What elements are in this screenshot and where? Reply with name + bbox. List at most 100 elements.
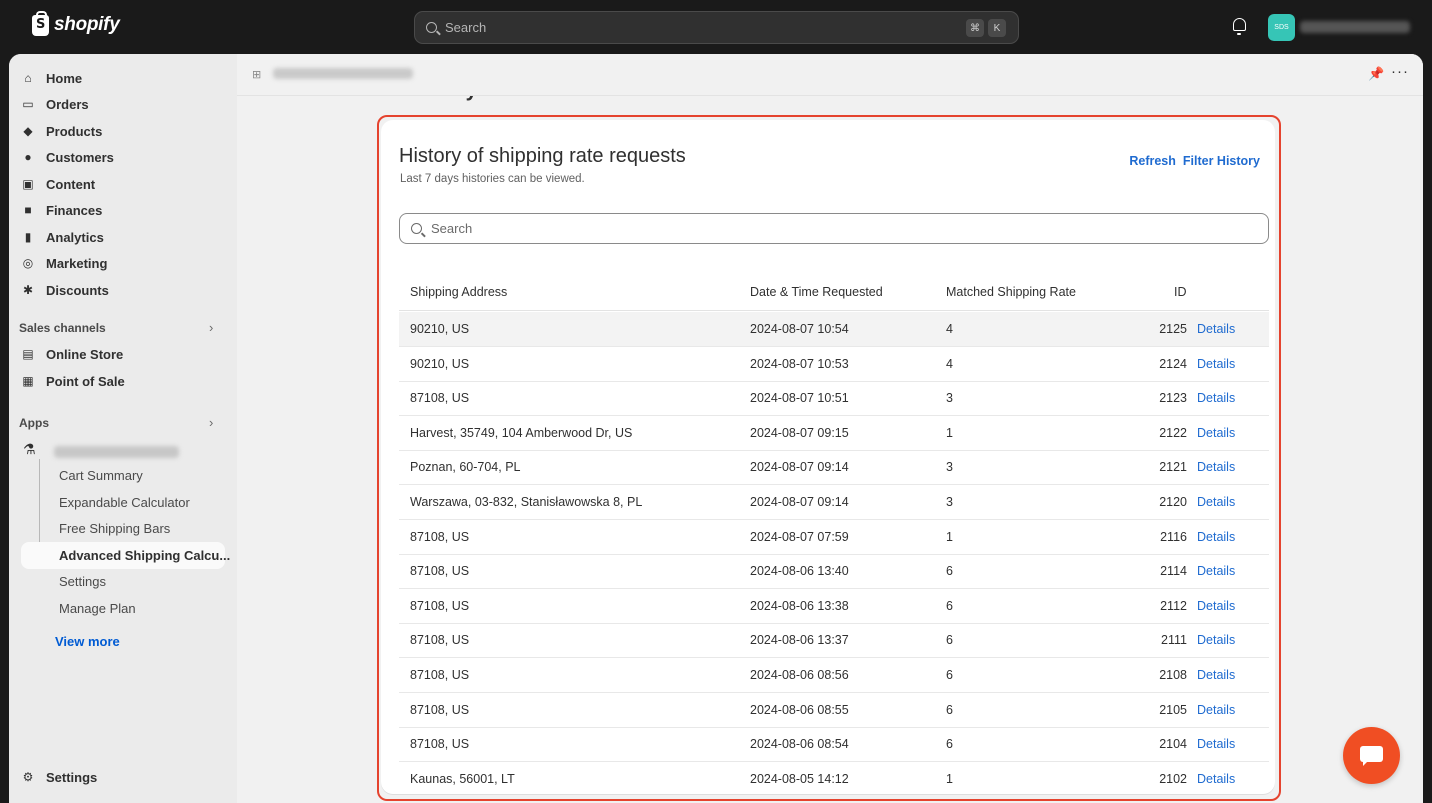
cell-matched-rate: 4 bbox=[946, 322, 953, 336]
cell-address: 87108, US bbox=[410, 598, 470, 613]
sidebar-item-discounts[interactable]: ✱ Discounts bbox=[21, 277, 109, 303]
table-row[interactable]: 87108, US 2024-08-06 13:40 6 2114 Details bbox=[399, 554, 1269, 590]
cell-address: Poznan, 60-704, PL bbox=[410, 460, 521, 475]
cell-matched-rate: 3 bbox=[946, 495, 953, 509]
app-grid-icon: ⊞ bbox=[252, 69, 262, 81]
card-actions: Refresh Filter History bbox=[1129, 154, 1260, 168]
apps-heading[interactable]: Apps bbox=[19, 416, 49, 430]
table-row[interactable]: 87108, US 2024-08-07 10:51 3 2123 Details bbox=[399, 381, 1269, 417]
sidebar-item-customers[interactable]: ● Customers bbox=[21, 144, 114, 170]
discount-badge-icon: ✱ bbox=[22, 283, 34, 297]
table-row[interactable]: 87108, US 2024-08-06 08:55 6 2105 Details bbox=[399, 693, 1269, 728]
details-link[interactable]: Details bbox=[1197, 450, 1235, 484]
cell-address: 87108, US bbox=[410, 529, 470, 544]
table-row[interactable]: 87108, US 2024-08-07 07:59 1 2116 Details bbox=[399, 520, 1269, 555]
shopify-logo[interactable]: shopify bbox=[32, 10, 120, 36]
sidebar-item-label: Content bbox=[46, 176, 96, 192]
sidebar-subitem-cart-summary[interactable]: Cart Summary bbox=[59, 468, 143, 483]
chat-bubble-button[interactable] bbox=[1343, 727, 1400, 784]
store-name-blurred[interactable] bbox=[1300, 21, 1410, 33]
sidebar-item-label: Marketing bbox=[46, 255, 108, 271]
table-header: Shipping Address Date & Time Requested M… bbox=[399, 275, 1269, 311]
table-row[interactable]: 87108, US 2024-08-06 08:54 6 2104 Details bbox=[399, 727, 1269, 763]
sidebar-item-finances[interactable]: ■ Finances bbox=[21, 197, 102, 223]
chevron-right-icon[interactable]: › bbox=[209, 320, 213, 335]
cell-matched-rate: 6 bbox=[946, 702, 953, 717]
cell-id: 2120 bbox=[1159, 495, 1187, 509]
table-row[interactable]: 87108, US 2024-08-06 13:38 6 2112 Details bbox=[399, 589, 1269, 624]
sidebar-item-label: Home bbox=[46, 70, 83, 86]
cell-address: 87108, US bbox=[410, 737, 470, 752]
cell-address: 87108, US bbox=[410, 391, 470, 406]
table-row[interactable]: Kaunas, 56001, LT 2024-08-05 14:12 1 2102 De… bbox=[399, 762, 1269, 794]
details-link[interactable]: Details bbox=[1197, 347, 1235, 381]
sidebar-subitem-expandable-calculator[interactable]: Expandable Calculator bbox=[59, 495, 190, 510]
filter-history-button[interactable]: Filter History bbox=[1183, 154, 1260, 168]
sidebar-item-orders[interactable]: ▭ Orders bbox=[21, 91, 89, 117]
sidebar-item-settings[interactable]: ⚙ Settings bbox=[21, 764, 98, 790]
cell-matched-rate: 1 bbox=[946, 425, 953, 440]
content-icon: ▣ bbox=[22, 177, 34, 191]
sidebar-item-online-store[interactable]: ▤ Online Store bbox=[21, 341, 123, 367]
column-header-rate: Matched Shipping Rate bbox=[946, 285, 1076, 299]
details-link[interactable]: Details bbox=[1197, 762, 1235, 794]
app-title-bar: ⊞ 📌 ··· bbox=[237, 54, 1423, 96]
sidebar-item-home[interactable]: ⌂ Home bbox=[21, 65, 82, 91]
cell-matched-rate: 1 bbox=[946, 771, 953, 786]
view-more-link[interactable]: View more bbox=[55, 634, 120, 649]
table-row[interactable]: Poznan, 60-704, PL 2024-08-07 09:14 3 2121 D… bbox=[399, 450, 1269, 486]
cell-datetime: 2024-08-07 10:54 bbox=[750, 322, 849, 336]
sidebar-subitem-settings[interactable]: Settings bbox=[59, 574, 106, 589]
tree-line bbox=[39, 459, 40, 552]
cell-datetime: 2024-08-07 07:59 bbox=[750, 529, 849, 544]
table-row[interactable]: Warszawa, 03-832, Stanisławowska 8, PL 20… bbox=[399, 485, 1269, 520]
details-link[interactable]: Details bbox=[1197, 416, 1235, 450]
cell-matched-rate: 6 bbox=[946, 668, 953, 682]
details-link[interactable]: Details bbox=[1197, 520, 1235, 554]
app-name-blurred[interactable] bbox=[54, 446, 179, 458]
details-link[interactable]: Details bbox=[1197, 312, 1235, 346]
cell-id: 2108 bbox=[1159, 668, 1187, 682]
table-row[interactable]: 87108, US 2024-08-06 13:37 6 2111 Details bbox=[399, 623, 1269, 659]
table-row[interactable]: 90210, US 2024-08-07 10:53 4 2124 Details bbox=[399, 347, 1269, 382]
details-link[interactable]: Details bbox=[1197, 727, 1235, 761]
sidebar-item-point-of-sale[interactable]: ▦ Point of Sale bbox=[21, 368, 124, 394]
global-search-input[interactable]: Search ⌘ K bbox=[414, 11, 1019, 44]
sidebar-item-products[interactable]: ◆ Products bbox=[21, 118, 102, 144]
sidebar-item-label: Orders bbox=[46, 96, 89, 112]
details-link[interactable]: Details bbox=[1197, 485, 1235, 519]
more-actions-icon[interactable]: ··· bbox=[1391, 63, 1409, 80]
cell-id: 2124 bbox=[1159, 356, 1187, 371]
sidebar-item-marketing[interactable]: ◎ Marketing bbox=[21, 250, 108, 276]
refresh-button[interactable]: Refresh bbox=[1129, 154, 1176, 168]
table-row[interactable]: 87108, US 2024-08-06 08:56 6 2108 Details bbox=[399, 658, 1269, 693]
details-link[interactable]: Details bbox=[1197, 589, 1235, 623]
details-link[interactable]: Details bbox=[1197, 623, 1235, 657]
cell-address: Kaunas, 56001, LT bbox=[410, 771, 515, 786]
details-link[interactable]: Details bbox=[1197, 554, 1235, 588]
global-search-placeholder: Search bbox=[445, 20, 487, 35]
chevron-right-icon[interactable]: › bbox=[209, 415, 213, 430]
sidebar-subitem-free-shipping-bars[interactable]: Free Shipping Bars bbox=[59, 521, 170, 536]
history-search-input[interactable]: Search bbox=[399, 213, 1269, 244]
notifications-bell-icon[interactable] bbox=[1233, 18, 1246, 35]
details-link[interactable]: Details bbox=[1197, 658, 1235, 692]
avatar[interactable]: SDS bbox=[1268, 14, 1295, 41]
details-link[interactable]: Details bbox=[1197, 381, 1235, 415]
k-key-badge: K bbox=[988, 19, 1006, 37]
sidebar-item-label: Discounts bbox=[46, 282, 109, 298]
sidebar-subitem-advanced-shipping[interactable]: Advanced Shipping Calcu... bbox=[59, 548, 230, 563]
sidebar-subitem-manage-plan[interactable]: Manage Plan bbox=[59, 601, 136, 616]
main-content: History ⊞ 📌 ··· History of shipping rate… bbox=[237, 54, 1423, 803]
pin-icon[interactable]: 📌 bbox=[1368, 66, 1384, 82]
history-search-placeholder: Search bbox=[431, 221, 473, 236]
table-row[interactable]: Harvest, 35749, 104 Amberwood Dr, US 2024… bbox=[399, 416, 1269, 451]
cell-datetime: 2024-08-05 14:12 bbox=[750, 771, 849, 786]
sidebar-item-analytics[interactable]: ▮ Analytics bbox=[21, 224, 104, 250]
sidebar-item-content[interactable]: ▣ Content bbox=[21, 171, 95, 197]
card-subtitle: Last 7 days histories can be viewed. bbox=[400, 173, 585, 185]
details-link[interactable]: Details bbox=[1197, 693, 1235, 727]
search-icon bbox=[411, 223, 422, 234]
table-row[interactable]: 90210, US 2024-08-07 10:54 4 2125 Details bbox=[399, 312, 1269, 347]
sales-channels-heading[interactable]: Sales channels bbox=[19, 321, 106, 335]
